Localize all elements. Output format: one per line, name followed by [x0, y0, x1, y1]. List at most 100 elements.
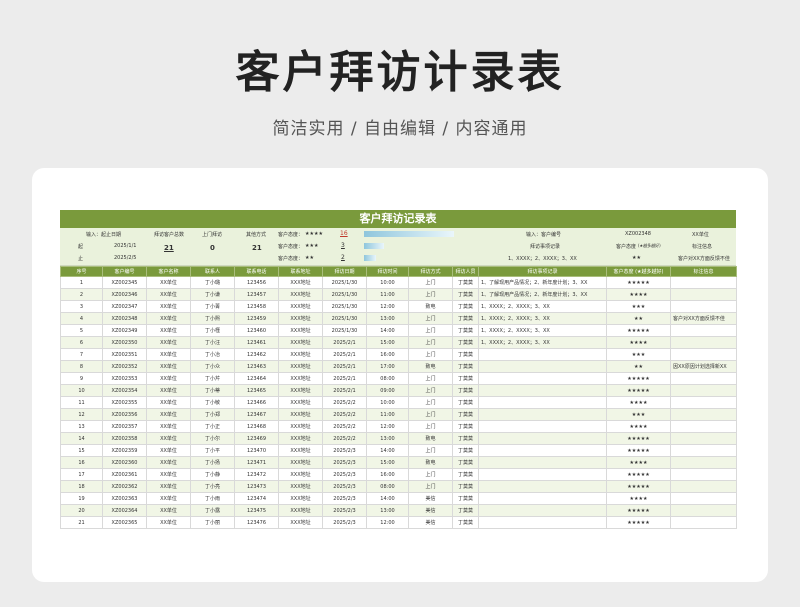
table-cell[interactable]: ★★★★★ — [606, 324, 671, 337]
table-cell[interactable]: XX单位 — [146, 432, 191, 445]
table-cell[interactable]: 7 — [60, 348, 103, 361]
table-cell[interactable] — [478, 480, 607, 493]
table-cell[interactable]: 2025/2/2 — [322, 408, 367, 421]
table-cell[interactable]: XXX地址 — [278, 444, 323, 457]
column-header[interactable]: 拜访时间 — [366, 266, 409, 277]
table-cell[interactable]: 123458 — [234, 300, 279, 313]
table-cell[interactable]: 2025/1/30 — [322, 324, 367, 337]
table-row[interactable]: 7 XZ002351 XX单位 丁小冶 123462 XXX地址 2025/2/1 16:00… — [60, 348, 737, 361]
table-cell[interactable]: XZ002365 — [102, 516, 147, 529]
table-cell[interactable]: XZ002347 — [102, 300, 147, 313]
table-cell[interactable]: 1、XXXX；2、XXXX；3、XX — [478, 324, 607, 337]
table-cell[interactable]: 美信 — [408, 504, 453, 517]
table-cell[interactable]: 15 — [60, 444, 103, 457]
table-cell[interactable]: 13:00 — [366, 504, 409, 517]
table-cell[interactable]: ★★★★★ — [606, 516, 671, 529]
table-cell[interactable]: 123472 — [234, 468, 279, 481]
table-cell[interactable]: XX单位 — [146, 456, 191, 469]
table-cell[interactable]: 123466 — [234, 396, 279, 409]
table-cell[interactable]: XXX地址 — [278, 276, 323, 289]
table-cell[interactable]: 致电 — [408, 300, 453, 313]
table-cell[interactable] — [478, 444, 607, 457]
table-cell[interactable]: 123464 — [234, 372, 279, 385]
table-cell[interactable]: XZ002355 — [102, 396, 147, 409]
table-cell[interactable] — [670, 288, 737, 301]
table-cell[interactable]: ★★★ — [606, 408, 671, 421]
table-cell[interactable]: ★★★★★ — [606, 480, 671, 493]
table-cell[interactable]: 上门 — [408, 288, 453, 301]
table-cell[interactable]: 1、XXXX；2、XXXX；3、XX — [478, 312, 607, 325]
table-cell[interactable]: 1、了解现用产品情况；2、新年度计划；3、XX — [478, 276, 607, 289]
table-cell[interactable]: 致电 — [408, 360, 453, 373]
from-date[interactable]: 2025/1/1 — [114, 243, 136, 249]
table-cell[interactable] — [478, 492, 607, 505]
table-cell[interactable]: 08:00 — [366, 480, 409, 493]
table-cell[interactable]: 2025/2/3 — [322, 492, 367, 505]
table-cell[interactable]: 2025/2/2 — [322, 420, 367, 433]
table-cell[interactable]: XZ002356 — [102, 408, 147, 421]
table-cell[interactable]: XZ002361 — [102, 468, 147, 481]
table-cell[interactable]: ★★★★ — [606, 420, 671, 433]
table-cell[interactable]: XZ002352 — [102, 360, 147, 373]
table-cell[interactable]: 丁莫莫 — [452, 348, 479, 361]
table-cell[interactable] — [478, 456, 607, 469]
table-cell[interactable] — [478, 348, 607, 361]
table-cell[interactable] — [670, 516, 737, 529]
table-cell[interactable]: 13 — [60, 420, 103, 433]
table-cell[interactable]: XX单位 — [146, 396, 191, 409]
table-cell[interactable]: XXX地址 — [278, 456, 323, 469]
table-cell[interactable] — [478, 420, 607, 433]
table-cell[interactable]: XXX地址 — [278, 492, 323, 505]
table-cell[interactable]: 16:00 — [366, 348, 409, 361]
table-cell[interactable]: 丁莫莫 — [452, 480, 479, 493]
table-cell[interactable]: 123457 — [234, 288, 279, 301]
table-cell[interactable] — [670, 396, 737, 409]
table-cell[interactable]: XZ002362 — [102, 480, 147, 493]
table-cell[interactable]: 16:00 — [366, 468, 409, 481]
table-cell[interactable]: 11:00 — [366, 288, 409, 301]
table-cell[interactable]: 上门 — [408, 324, 453, 337]
table-cell[interactable]: ★★★★★ — [606, 384, 671, 397]
table-cell[interactable]: 2025/1/30 — [322, 312, 367, 325]
table-cell[interactable]: 3 — [60, 300, 103, 313]
table-cell[interactable]: 丁莫莫 — [452, 420, 479, 433]
table-cell[interactable] — [670, 336, 737, 349]
table-cell[interactable]: 丁小众 — [190, 360, 235, 373]
column-header[interactable]: 拜访事项记录 — [478, 266, 607, 277]
to-date[interactable]: 2025/2/5 — [114, 255, 136, 261]
table-cell[interactable]: 丁小槿 — [190, 324, 235, 337]
table-cell[interactable]: 19 — [60, 492, 103, 505]
table-cell[interactable]: XX单位 — [146, 348, 191, 361]
table-cell[interactable]: XX单位 — [146, 420, 191, 433]
table-cell[interactable]: 123473 — [234, 480, 279, 493]
table-cell[interactable] — [670, 504, 737, 517]
table-cell[interactable]: XX单位 — [146, 480, 191, 493]
table-cell[interactable]: 123474 — [234, 492, 279, 505]
table-cell[interactable]: 上门 — [408, 312, 453, 325]
table-cell[interactable]: 09:00 — [366, 384, 409, 397]
table-cell[interactable]: 丁莫莫 — [452, 444, 479, 457]
table-cell[interactable]: XXX地址 — [278, 480, 323, 493]
column-header[interactable]: 客户编号 — [102, 266, 147, 277]
table-cell[interactable]: 丁小蒂 — [190, 384, 235, 397]
table-cell[interactable]: 丁小熙 — [190, 312, 235, 325]
table-cell[interactable]: 丁小扬 — [190, 456, 235, 469]
table-row[interactable]: 11 XZ002355 XX单位 丁小敏 123466 XXX地址 2025/2/2 10:0… — [60, 396, 737, 409]
table-cell[interactable]: 5 — [60, 324, 103, 337]
table-cell[interactable] — [670, 408, 737, 421]
table-cell[interactable]: 上门 — [408, 468, 453, 481]
table-cell[interactable]: 1 — [60, 276, 103, 289]
table-cell[interactable]: 123471 — [234, 456, 279, 469]
table-cell[interactable]: 8 — [60, 360, 103, 373]
table-cell[interactable]: 12 — [60, 408, 103, 421]
table-cell[interactable]: 丁小静 — [190, 468, 235, 481]
table-cell[interactable]: 上门 — [408, 372, 453, 385]
table-cell[interactable]: 13:00 — [366, 432, 409, 445]
table-cell[interactable]: 上门 — [408, 420, 453, 433]
table-cell[interactable]: 14:00 — [366, 324, 409, 337]
table-cell[interactable]: 14:00 — [366, 492, 409, 505]
table-cell[interactable]: 1、了解现用产品情况；2、新年度计划；3、XX — [478, 288, 607, 301]
table-cell[interactable] — [670, 468, 737, 481]
table-cell[interactable]: 致电 — [408, 456, 453, 469]
table-cell[interactable] — [478, 360, 607, 373]
